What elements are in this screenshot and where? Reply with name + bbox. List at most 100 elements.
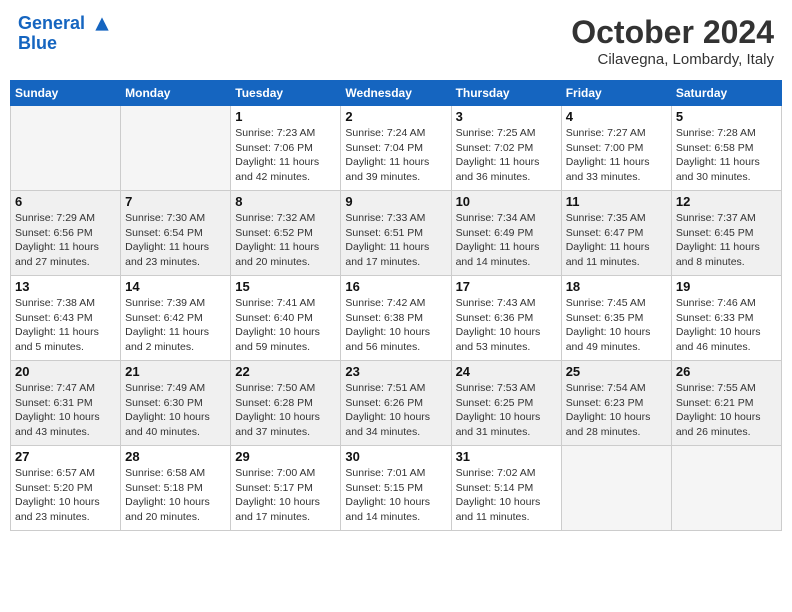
day-info: Sunrise: 7:25 AMSunset: 7:02 PMDaylight:… bbox=[456, 126, 557, 185]
weekday-header: Sunday bbox=[11, 81, 121, 106]
calendar-cell: 3 Sunrise: 7:25 AMSunset: 7:02 PMDaylight… bbox=[451, 106, 561, 191]
calendar-cell: 5 Sunrise: 7:28 AMSunset: 6:58 PMDaylight… bbox=[671, 106, 781, 191]
calendar-cell bbox=[561, 446, 671, 531]
day-number: 29 bbox=[235, 449, 336, 464]
calendar-cell bbox=[121, 106, 231, 191]
day-info: Sunrise: 7:46 AMSunset: 6:33 PMDaylight:… bbox=[676, 296, 777, 355]
calendar-cell: 12 Sunrise: 7:37 AMSunset: 6:45 PMDayligh… bbox=[671, 191, 781, 276]
location: Cilavegna, Lombardy, Italy bbox=[571, 51, 774, 68]
day-number: 16 bbox=[345, 279, 446, 294]
calendar-cell: 1 Sunrise: 7:23 AMSunset: 7:06 PMDaylight… bbox=[231, 106, 341, 191]
day-number: 13 bbox=[15, 279, 116, 294]
day-info: Sunrise: 7:30 AMSunset: 6:54 PMDaylight:… bbox=[125, 211, 226, 270]
day-number: 4 bbox=[566, 109, 667, 124]
day-number: 12 bbox=[676, 194, 777, 209]
calendar-cell: 6 Sunrise: 7:29 AMSunset: 6:56 PMDaylight… bbox=[11, 191, 121, 276]
calendar-cell: 19 Sunrise: 7:46 AMSunset: 6:33 PMDayligh… bbox=[671, 276, 781, 361]
day-info: Sunrise: 7:51 AMSunset: 6:26 PMDaylight:… bbox=[345, 381, 446, 440]
logo: General Blue bbox=[18, 14, 112, 54]
calendar-cell: 11Sunrise: 7:35 AMSunset: 6:47 PMDayligh… bbox=[561, 191, 671, 276]
day-number: 6 bbox=[15, 194, 116, 209]
logo-text: General Blue bbox=[18, 14, 112, 54]
calendar-body: 1 Sunrise: 7:23 AMSunset: 7:06 PMDaylight… bbox=[11, 106, 782, 531]
calendar-cell: 17 Sunrise: 7:43 AMSunset: 6:36 PMDayligh… bbox=[451, 276, 561, 361]
day-info: Sunrise: 6:57 AMSunset: 5:20 PMDaylight:… bbox=[15, 466, 116, 525]
calendar-cell: 2Sunrise: 7:24 AMSunset: 7:04 PMDaylight… bbox=[341, 106, 451, 191]
logo-icon bbox=[92, 14, 112, 34]
day-number: 17 bbox=[456, 279, 557, 294]
calendar-cell: 18 Sunrise: 7:45 AMSunset: 6:35 PMDayligh… bbox=[561, 276, 671, 361]
day-number: 30 bbox=[345, 449, 446, 464]
calendar-cell: 9 Sunrise: 7:33 AMSunset: 6:51 PMDaylight… bbox=[341, 191, 451, 276]
weekday-header: Thursday bbox=[451, 81, 561, 106]
day-info: Sunrise: 7:55 AMSunset: 6:21 PMDaylight:… bbox=[676, 381, 777, 440]
day-number: 5 bbox=[676, 109, 777, 124]
day-number: 25 bbox=[566, 364, 667, 379]
day-number: 21 bbox=[125, 364, 226, 379]
calendar-cell: 23 Sunrise: 7:51 AMSunset: 6:26 PMDayligh… bbox=[341, 361, 451, 446]
day-info: Sunrise: 7:43 AMSunset: 6:36 PMDaylight:… bbox=[456, 296, 557, 355]
day-info: Sunrise: 7:32 AMSunset: 6:52 PMDaylight:… bbox=[235, 211, 336, 270]
day-info: Sunrise: 7:01 AMSunset: 5:15 PMDaylight:… bbox=[345, 466, 446, 525]
weekday-header: Wednesday bbox=[341, 81, 451, 106]
day-info: Sunrise: 7:37 AMSunset: 6:45 PMDaylight:… bbox=[676, 211, 777, 270]
calendar-cell: 20Sunrise: 7:47 AMSunset: 6:31 PMDayligh… bbox=[11, 361, 121, 446]
weekday-row: SundayMondayTuesdayWednesdayThursdayFrid… bbox=[11, 81, 782, 106]
day-number: 20 bbox=[15, 364, 116, 379]
weekday-header: Monday bbox=[121, 81, 231, 106]
day-number: 10 bbox=[456, 194, 557, 209]
calendar-cell: 28 Sunrise: 6:58 AMSunset: 5:18 PMDayligh… bbox=[121, 446, 231, 531]
day-info: Sunrise: 7:38 AMSunset: 6:43 PMDaylight:… bbox=[15, 296, 116, 355]
title-block: October 2024 Cilavegna, Lombardy, Italy bbox=[571, 14, 774, 68]
day-number: 27 bbox=[15, 449, 116, 464]
calendar-cell: 30 Sunrise: 7:01 AMSunset: 5:15 PMDayligh… bbox=[341, 446, 451, 531]
day-info: Sunrise: 7:02 AMSunset: 5:14 PMDaylight:… bbox=[456, 466, 557, 525]
day-number: 14 bbox=[125, 279, 226, 294]
calendar-cell: 4 Sunrise: 7:27 AMSunset: 7:00 PMDaylight… bbox=[561, 106, 671, 191]
calendar-table: SundayMondayTuesdayWednesdayThursdayFrid… bbox=[10, 80, 782, 531]
weekday-header: Tuesday bbox=[231, 81, 341, 106]
day-info: Sunrise: 7:27 AMSunset: 7:00 PMDaylight:… bbox=[566, 126, 667, 185]
month-title: October 2024 bbox=[571, 14, 774, 51]
calendar-cell: 15 Sunrise: 7:41 AMSunset: 6:40 PMDayligh… bbox=[231, 276, 341, 361]
day-info: Sunrise: 7:34 AMSunset: 6:49 PMDaylight:… bbox=[456, 211, 557, 270]
day-info: Sunrise: 7:45 AMSunset: 6:35 PMDaylight:… bbox=[566, 296, 667, 355]
day-info: Sunrise: 7:33 AMSunset: 6:51 PMDaylight:… bbox=[345, 211, 446, 270]
calendar-cell: 22Sunrise: 7:50 AMSunset: 6:28 PMDayligh… bbox=[231, 361, 341, 446]
day-number: 1 bbox=[235, 109, 336, 124]
calendar-cell: 29 Sunrise: 7:00 AMSunset: 5:17 PMDayligh… bbox=[231, 446, 341, 531]
weekday-header: Saturday bbox=[671, 81, 781, 106]
calendar-cell: 16 Sunrise: 7:42 AMSunset: 6:38 PMDayligh… bbox=[341, 276, 451, 361]
day-number: 19 bbox=[676, 279, 777, 294]
day-info: Sunrise: 7:41 AMSunset: 6:40 PMDaylight:… bbox=[235, 296, 336, 355]
day-number: 7 bbox=[125, 194, 226, 209]
day-info: Sunrise: 7:00 AMSunset: 5:17 PMDaylight:… bbox=[235, 466, 336, 525]
day-info: Sunrise: 7:28 AMSunset: 6:58 PMDaylight:… bbox=[676, 126, 777, 185]
day-number: 9 bbox=[345, 194, 446, 209]
day-number: 22 bbox=[235, 364, 336, 379]
day-number: 26 bbox=[676, 364, 777, 379]
day-info: Sunrise: 7:29 AMSunset: 6:56 PMDaylight:… bbox=[15, 211, 116, 270]
calendar-cell: 21 Sunrise: 7:49 AMSunset: 6:30 PMDayligh… bbox=[121, 361, 231, 446]
day-number: 18 bbox=[566, 279, 667, 294]
day-info: Sunrise: 7:49 AMSunset: 6:30 PMDaylight:… bbox=[125, 381, 226, 440]
calendar-cell bbox=[671, 446, 781, 531]
calendar-cell: 14Sunrise: 7:39 AMSunset: 6:42 PMDayligh… bbox=[121, 276, 231, 361]
day-info: Sunrise: 7:24 AMSunset: 7:04 PMDaylight:… bbox=[345, 126, 446, 185]
calendar-row: 27 Sunrise: 6:57 AMSunset: 5:20 PMDayligh… bbox=[11, 446, 782, 531]
calendar-cell: 8 Sunrise: 7:32 AMSunset: 6:52 PMDaylight… bbox=[231, 191, 341, 276]
day-info: Sunrise: 6:58 AMSunset: 5:18 PMDaylight:… bbox=[125, 466, 226, 525]
day-number: 28 bbox=[125, 449, 226, 464]
day-number: 23 bbox=[345, 364, 446, 379]
day-info: Sunrise: 7:23 AMSunset: 7:06 PMDaylight:… bbox=[235, 126, 336, 185]
calendar-cell bbox=[11, 106, 121, 191]
calendar-row: 13 Sunrise: 7:38 AMSunset: 6:43 PMDayligh… bbox=[11, 276, 782, 361]
day-number: 3 bbox=[456, 109, 557, 124]
day-number: 15 bbox=[235, 279, 336, 294]
calendar-cell: 26 Sunrise: 7:55 AMSunset: 6:21 PMDayligh… bbox=[671, 361, 781, 446]
day-info: Sunrise: 7:54 AMSunset: 6:23 PMDaylight:… bbox=[566, 381, 667, 440]
day-info: Sunrise: 7:42 AMSunset: 6:38 PMDaylight:… bbox=[345, 296, 446, 355]
day-number: 11 bbox=[566, 194, 667, 209]
calendar-row: 1 Sunrise: 7:23 AMSunset: 7:06 PMDaylight… bbox=[11, 106, 782, 191]
day-number: 8 bbox=[235, 194, 336, 209]
